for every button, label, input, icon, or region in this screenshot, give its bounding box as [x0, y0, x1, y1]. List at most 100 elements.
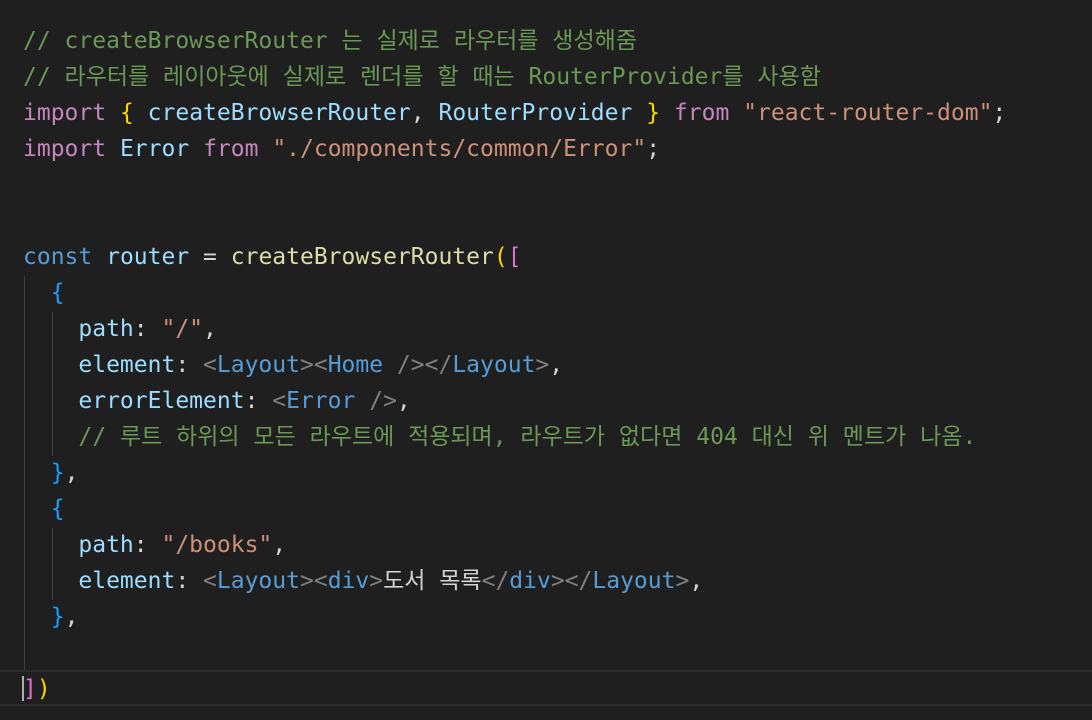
- code-line[interactable]: [0, 635, 1092, 671]
- code-line-content: element: <Layout><div>도서 목록</div></Layou…: [23, 563, 703, 599]
- code-token: >: [675, 568, 690, 594]
- code-line-content: },: [23, 455, 79, 491]
- code-token: 도서 목록: [383, 568, 482, 594]
- code-line[interactable]: // 라우터를 레이아웃에 실제로 렌더를 할 때는 RouterProvide…: [0, 59, 1092, 95]
- code-line-content: ]): [23, 671, 51, 707]
- code-line[interactable]: element: <Layout><Home /></Layout>,: [0, 347, 1092, 383]
- code-token: "/books": [161, 532, 273, 558]
- code-token: div: [327, 568, 370, 594]
- code-line-content: // 루트 하위의 모든 라우트에 적용되며, 라우트가 없다면 404 대신 …: [23, 419, 976, 455]
- code-line-content: import Error from "./components/common/E…: [23, 131, 660, 167]
- code-line[interactable]: [0, 203, 1092, 239]
- code-token: Layout: [216, 352, 300, 378]
- code-token: router: [106, 244, 190, 270]
- code-token: :: [175, 352, 204, 378]
- code-token: // createBrowserRouter 는 실제로 라우터를 생성해줌: [23, 28, 637, 54]
- code-token: }: [50, 604, 65, 630]
- code-line-content: {: [23, 491, 65, 527]
- code-token: /></: [383, 352, 453, 378]
- code-token: {: [50, 280, 65, 306]
- code-token: :: [133, 532, 162, 558]
- code-line[interactable]: errorElement: <Error />,: [0, 383, 1092, 419]
- code-line[interactable]: },: [0, 455, 1092, 491]
- code-token: {: [119, 100, 134, 126]
- code-token: from: [673, 100, 730, 126]
- code-token: RouterProvider: [424, 100, 633, 126]
- code-line-content: import { createBrowserRouter, RouterProv…: [23, 95, 1006, 131]
- code-token: ,: [203, 316, 217, 342]
- code-token: <: [203, 568, 217, 594]
- code-token: Layout: [216, 568, 300, 594]
- code-token: />: [355, 388, 397, 414]
- code-token: div: [509, 568, 551, 594]
- code-line[interactable]: // 루트 하위의 모든 라우트에 적용되며, 라우트가 없다면 404 대신 …: [0, 419, 1092, 455]
- code-line[interactable]: import Error from "./components/common/E…: [0, 131, 1092, 167]
- code-token: :: [244, 388, 273, 414]
- text-cursor: [22, 676, 24, 701]
- code-editor[interactable]: // createBrowserRouter 는 실제로 라우터를 생성해줌 //…: [0, 0, 1092, 720]
- code-line[interactable]: path: "/",: [0, 311, 1092, 347]
- code-token: from: [203, 136, 259, 162]
- code-line-content: // createBrowserRouter 는 실제로 라우터를 생성해줌: [23, 23, 637, 59]
- code-line[interactable]: path: "/books",: [0, 527, 1092, 563]
- code-token: </: [481, 568, 510, 594]
- code-line-content: path: "/",: [23, 311, 217, 347]
- code-token: ,: [549, 352, 564, 378]
- code-token: ]: [23, 676, 37, 702]
- code-token: ,: [64, 604, 79, 630]
- code-token: Error: [286, 388, 356, 414]
- code-line[interactable]: const router = createBrowserRouter([: [0, 239, 1092, 275]
- code-line[interactable]: ]): [0, 671, 1092, 707]
- code-token: Layout: [452, 352, 536, 378]
- code-line-content: {: [23, 275, 65, 311]
- code-token: import: [23, 136, 107, 162]
- code-token: ,: [396, 388, 411, 414]
- code-line[interactable]: [0, 167, 1092, 203]
- code-token: ,: [272, 532, 287, 558]
- code-line[interactable]: import { createBrowserRouter, RouterProv…: [0, 95, 1092, 131]
- code-token: createBrowserRouter: [133, 100, 411, 126]
- code-token: path: [78, 532, 134, 558]
- code-token: }: [50, 460, 65, 486]
- code-line-content: element: <Layout><Home /></Layout>,: [23, 347, 563, 383]
- code-token: (: [493, 244, 508, 270]
- code-token: element: [78, 568, 176, 594]
- code-token: Error: [119, 136, 190, 162]
- code-token: ;: [646, 136, 661, 162]
- code-line[interactable]: // createBrowserRouter 는 실제로 라우터를 생성해줌: [0, 23, 1092, 59]
- code-token: element: [78, 352, 176, 378]
- code-token: createBrowserRouter: [230, 244, 494, 270]
- code-line[interactable]: element: <Layout><div>도서 목록</div></Layou…: [0, 563, 1092, 599]
- code-token: >: [369, 568, 384, 594]
- code-line[interactable]: {: [0, 491, 1092, 527]
- code-token: ></: [550, 568, 593, 594]
- code-token: ><: [299, 568, 328, 594]
- code-token: errorElement: [78, 388, 245, 414]
- code-token: {: [50, 496, 65, 522]
- code-token: >: [535, 352, 550, 378]
- code-token: <: [272, 388, 287, 414]
- code-line-content: path: "/books",: [23, 527, 286, 563]
- code-token: =: [189, 244, 231, 270]
- code-token: Layout: [592, 568, 676, 594]
- code-line-content: errorElement: <Error />,: [23, 383, 411, 419]
- code-line-content: const router = createBrowserRouter([: [23, 239, 522, 275]
- code-line-content: },: [23, 599, 79, 635]
- code-token: ,: [410, 100, 425, 126]
- code-line[interactable]: {: [0, 275, 1092, 311]
- code-line[interactable]: },: [0, 599, 1092, 635]
